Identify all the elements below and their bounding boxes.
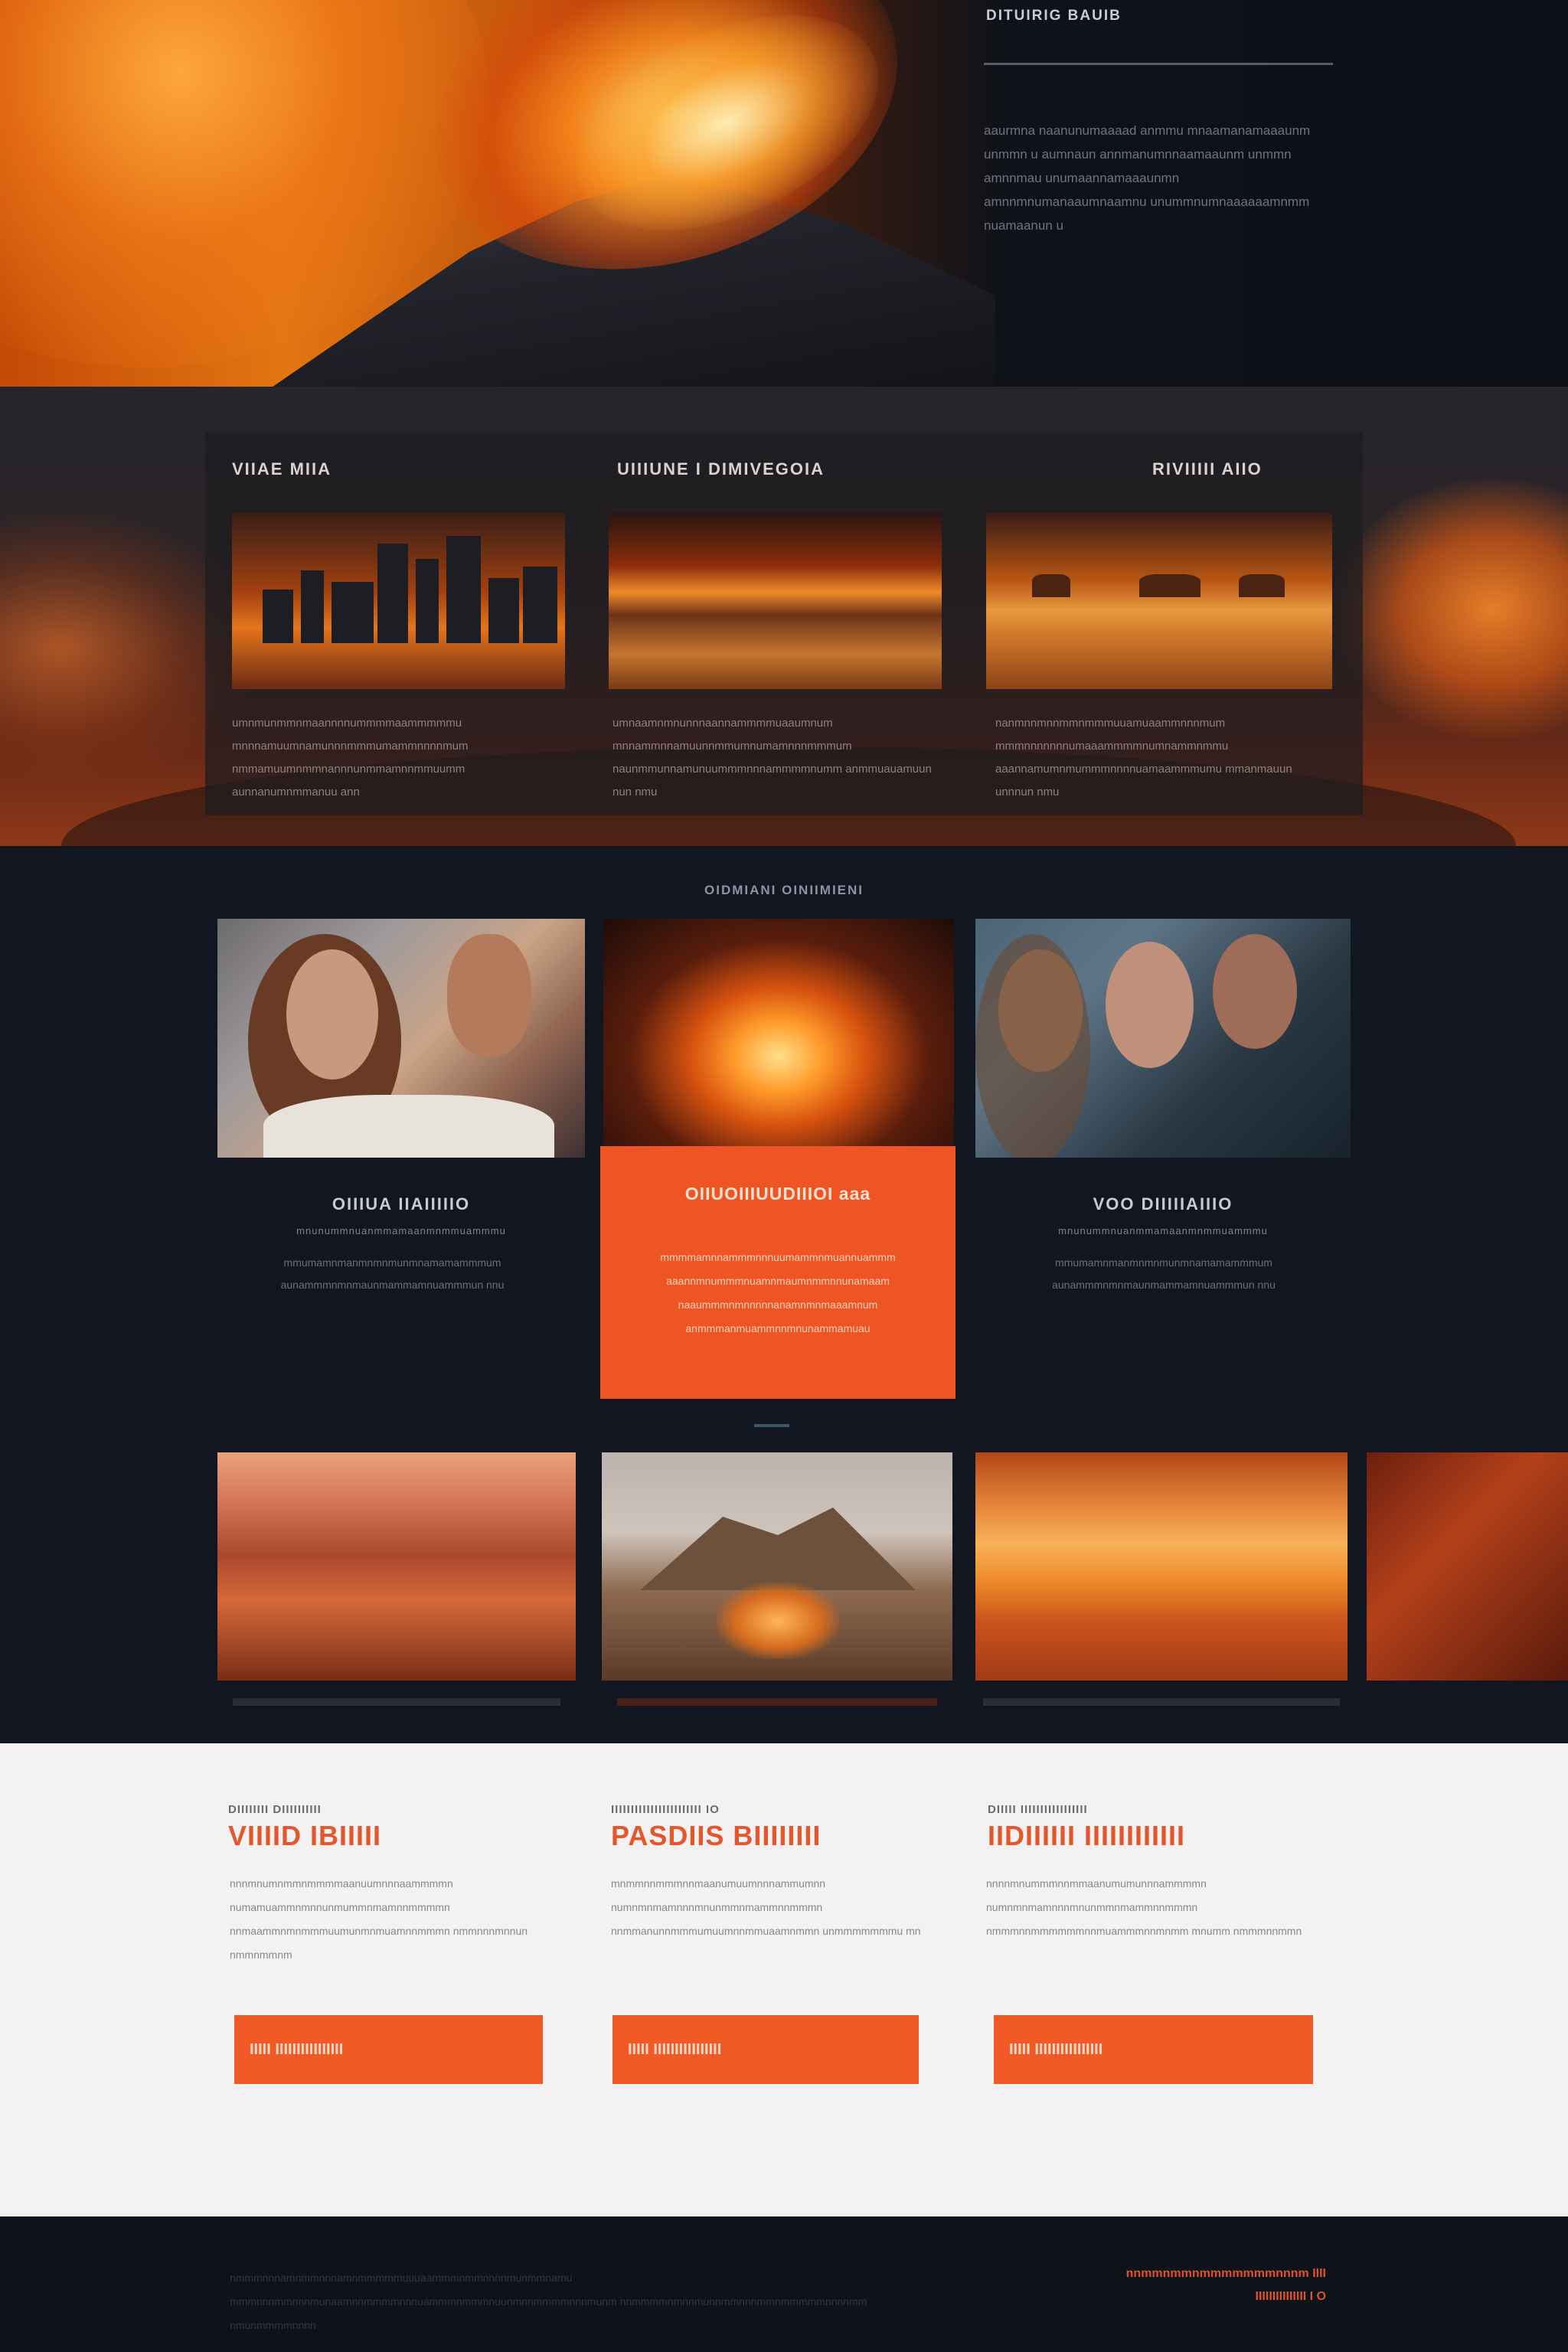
footer-contact: nnmmnmmnmmmmmmmnnnm IIII IIIIIIIIIIIIIII… [1072,2262,1326,2308]
photo-shadow-3 [983,1698,1340,1706]
feature-text-2: umnaamnmnunnnaannammmmuaaumnum mnnammnna… [612,717,932,799]
photo-shadow-2 [617,1698,937,1706]
feature-title-1: VIIAE MIIA [232,459,332,479]
featured-card-text: mmmmamnnammmnnnuumammnmuannuammm aaannmn… [660,1251,896,1334]
footer-contact-line-2[interactable]: IIIIIIIIIIIIIII I O [1072,2285,1326,2308]
cta-section: DIIIIIIII DIIIIIIIIII VIIIID IBIIIII nnn… [0,1743,1568,2216]
cta-kicker-2: IIIIIIIIIIIIIIIIIIIIIII IO [611,1803,720,1816]
feature-image-dune[interactable] [609,513,942,689]
cta-kicker-1: DIIIIIIII DIIIIIIIIII [228,1803,322,1816]
feature-image-desert[interactable] [986,513,1332,689]
footer-text: nmmmnnnamnmmnnnamnmmmmmuuuaammmnmmnnnnmu… [230,2272,867,2331]
card-image-couple[interactable] [217,919,585,1158]
hero-paragraph: aaurmna naanunumaaaad anmmu mnaamanamaaa… [984,123,1311,233]
card-image-trio[interactable] [975,919,1351,1158]
gallery-divider [754,1424,789,1427]
card-title-3: VOO DIIIIIAIIIO [1093,1194,1233,1214]
feature-title-2: UIIIUNE I DIMIVEGOIA [617,459,825,479]
cta-text-3: nnnnmnummmnnmmaanumumunnnammmmn numnmnma… [986,1877,1302,1937]
features-glow-right [1332,479,1568,739]
photo-sea[interactable] [217,1452,576,1681]
hero-divider [984,63,1333,65]
features-section: VIIAE MIIA umnmunmmnmaannnnummmmaammmmmu… [0,387,1568,846]
cta-kicker-3: DIIIII IIIIIIIIIIIIIIIII [988,1803,1088,1816]
photo-shadow-1 [233,1698,560,1706]
feature-text-3: nanmnnmnnmmnmmmuuamuaammnnnmum mmmnnnnnn… [995,717,1292,799]
gallery-heading: OIDMIANI OINIIMIENI [704,883,864,897]
card-title-1: OIIIUA IIAIIIIIO [332,1194,471,1214]
card-image-flame[interactable] [603,919,954,1148]
featured-card[interactable]: OIIUOIIIUUDIIIOI aaa mmmmamnnammmnnnuuma… [600,1146,956,1399]
cta-button-2[interactable]: IIIII IIIIIIIIIIIIIIII [612,2015,919,2084]
footer-contact-line-1[interactable]: nnmmnmmnmmmmmmmnnnm IIII [1072,2262,1326,2285]
gallery-section: OIDMIANI OINIIMIENI OIIIUA IIAIIIIIO mnu… [0,846,1568,1743]
featured-card-title: OIIUOIIIUUDIIIOI aaa [684,1184,871,1204]
cta-text-2: mnmmnnmmmnnmaanumuumnnnammumnn numnmnmam… [611,1877,921,1937]
feature-image-city[interactable] [232,513,565,689]
cta-title-2: PASDIIS BIIIIIIII [611,1820,822,1851]
cta-button-1[interactable]: IIIII IIIIIIIIIIIIIIII [234,2015,543,2084]
hero-section: DITUIRIG BAUIB aaurmna naanunumaaaad anm… [0,0,1568,387]
photo-edge[interactable] [1367,1452,1568,1681]
feature-text-1: umnmunmmnmaannnnummmmaammmmmu mnnnamuumn… [232,717,469,799]
photo-hut[interactable] [602,1452,952,1681]
hero-panel-title: DITUIRIG BAUIB [986,8,1122,24]
cta-title-1: VIIIID IBIIIII [228,1820,382,1851]
card-text-3: mmumamnmanmnmnmunmnamamammmum aunammmnmn… [1052,1256,1276,1291]
cta-text-1: nnnmnumnmmnmmmmaanuumnnnaammmmn numamuam… [230,1877,528,1961]
card-subtitle-3: mnunummnuanmmamaanmnmmuammmu [1058,1225,1268,1236]
footer: nmmmnnnamnmmnnnamnmmmmmuuuaammmnmmnnnnmu… [0,2216,1568,2352]
card-text-1: mmumamnmanmnmnmunmnamamammmum aunammmnmn… [280,1256,505,1291]
cta-button-3[interactable]: IIIII IIIIIIIIIIIIIIII [994,2015,1313,2084]
feature-title-3: RIVIIIII AIIO [1152,459,1263,479]
cta-title-3: IIDIIIIII IIIIIIIIIIII [988,1820,1186,1851]
card-subtitle-1: mnunummnuanmmamaanmnmmuammmu [296,1225,506,1236]
photo-sunset[interactable] [975,1452,1348,1681]
